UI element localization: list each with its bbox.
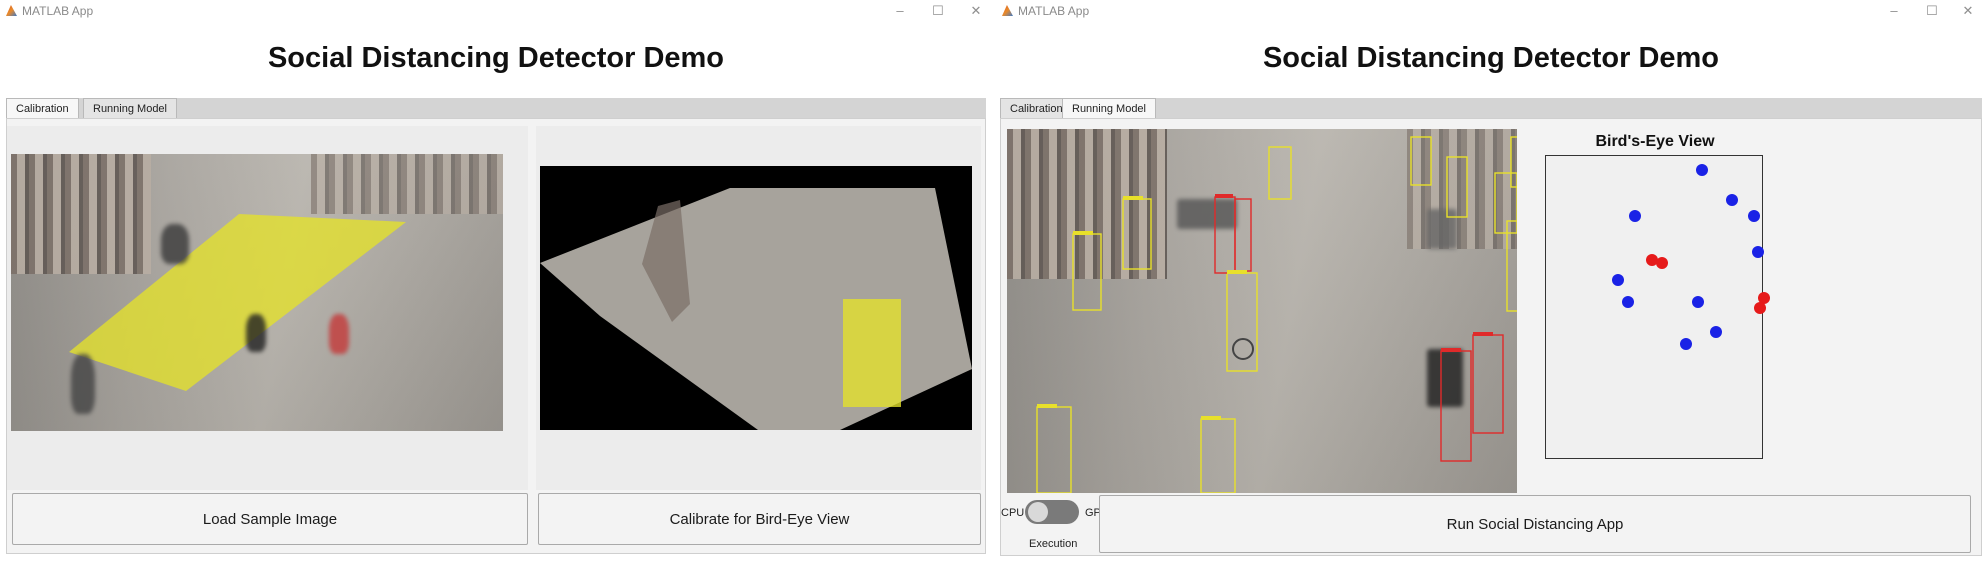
execution-caption: Execution [1029,538,1078,550]
sample-image [11,154,503,431]
tab-bar: Calibration Running Model [6,98,986,119]
person [71,354,95,414]
person-dot-safe [1710,326,1722,338]
page-title: Social Distancing Detector Demo [267,42,725,74]
warped-street [540,188,972,430]
person-dot-safe [1752,246,1764,258]
page-title: Social Distancing Detector Demo [1262,42,1720,74]
detection-tag [1227,270,1247,274]
close-button[interactable]: ✕ [1950,1,1986,21]
detection-box-safe [1072,233,1102,311]
detection-tag [1473,332,1493,336]
detection-frame [1007,129,1517,493]
person-dot-safe [1629,210,1641,222]
detection-tag [1123,196,1143,200]
detection-tag [1441,348,1461,352]
detection-box-safe [1268,146,1292,200]
birds-eye-plot [1545,155,1770,459]
maximize-button[interactable]: ☐ [1914,1,1950,21]
detection-box-safe [1036,406,1072,493]
birds-eye-title: Bird's-Eye View [1595,133,1715,150]
detection-tag [1073,231,1093,235]
run-social-distancing-button[interactable]: Run Social Distancing App [1099,495,1971,553]
person [161,224,189,264]
warped-image [540,166,972,430]
person-dot-safe [1692,296,1704,308]
person-dot-safe [1612,274,1624,286]
calibrate-bird-eye-button[interactable]: Calibrate for Bird-Eye View [538,493,981,545]
tab-running-model[interactable]: Running Model [83,98,177,118]
left-app-window: MATLAB App – ☐ ✕ Social Distancing Detec… [0,0,992,564]
detection-box-safe [1510,136,1517,188]
running-model-panel: Bird's-Eye View CPU GPU Execution Run So… [1000,118,1982,556]
detection-box-violation [1234,198,1252,272]
bicycle-wheel [1232,338,1254,360]
app-title: MATLAB App [22,4,94,18]
detection-tag [1201,416,1221,420]
maximize-button[interactable]: ☐ [920,1,956,21]
person-dot-safe [1696,164,1708,176]
matlab-icon [1002,5,1013,16]
detection-box-safe [1446,156,1468,218]
person-dot-safe [1622,296,1634,308]
matlab-icon [6,5,17,16]
detection-box-violation [1440,350,1472,462]
minimize-button[interactable]: – [882,1,918,21]
right-app-window: MATLAB App – ☐ ✕ Social Distancing Detec… [996,0,1986,564]
tab-calibration[interactable]: Calibration [6,98,79,119]
calibration-region [69,214,406,391]
cpu-label: CPU [1001,507,1025,519]
detection-box-safe [1122,198,1152,270]
person-dot-safe [1726,194,1738,206]
toggle-knob [1028,502,1048,522]
detection-tag [1215,194,1233,198]
detection-box-safe [1226,272,1258,372]
bin [246,314,266,352]
detection-box-violation [1472,334,1504,434]
detections-overlay [1036,136,1517,493]
person-dot-violation [1754,302,1766,314]
warped-overlay [540,188,972,430]
detection-box-safe [1200,418,1236,493]
title-bar: MATLAB App – ☐ ✕ [996,0,1986,22]
calibration-region [843,299,901,407]
execution-toggle[interactable] [1025,500,1079,524]
detection-box-safe [1410,136,1432,186]
load-sample-image-button[interactable]: Load Sample Image [12,493,528,545]
title-bar: MATLAB App – ☐ ✕ [0,0,992,22]
detection-tag [1037,404,1057,408]
tab-running-model[interactable]: Running Model [1062,98,1156,119]
calibration-panel: Load Sample Image Calibrate for Bird-Eye… [6,118,986,554]
detection-box-safe [1494,172,1517,234]
app-title: MATLAB App [1018,4,1090,18]
person-dot-safe [1748,210,1760,222]
tab-bar: Calibration Running Model [1000,98,1982,119]
person-dot-violation [1656,257,1668,269]
person [329,314,349,354]
detection-box-safe [1506,220,1517,312]
close-button[interactable]: ✕ [958,1,994,21]
person-dot-safe [1680,338,1692,350]
detection-box-violation [1214,196,1236,274]
minimize-button[interactable]: – [1876,1,1912,21]
